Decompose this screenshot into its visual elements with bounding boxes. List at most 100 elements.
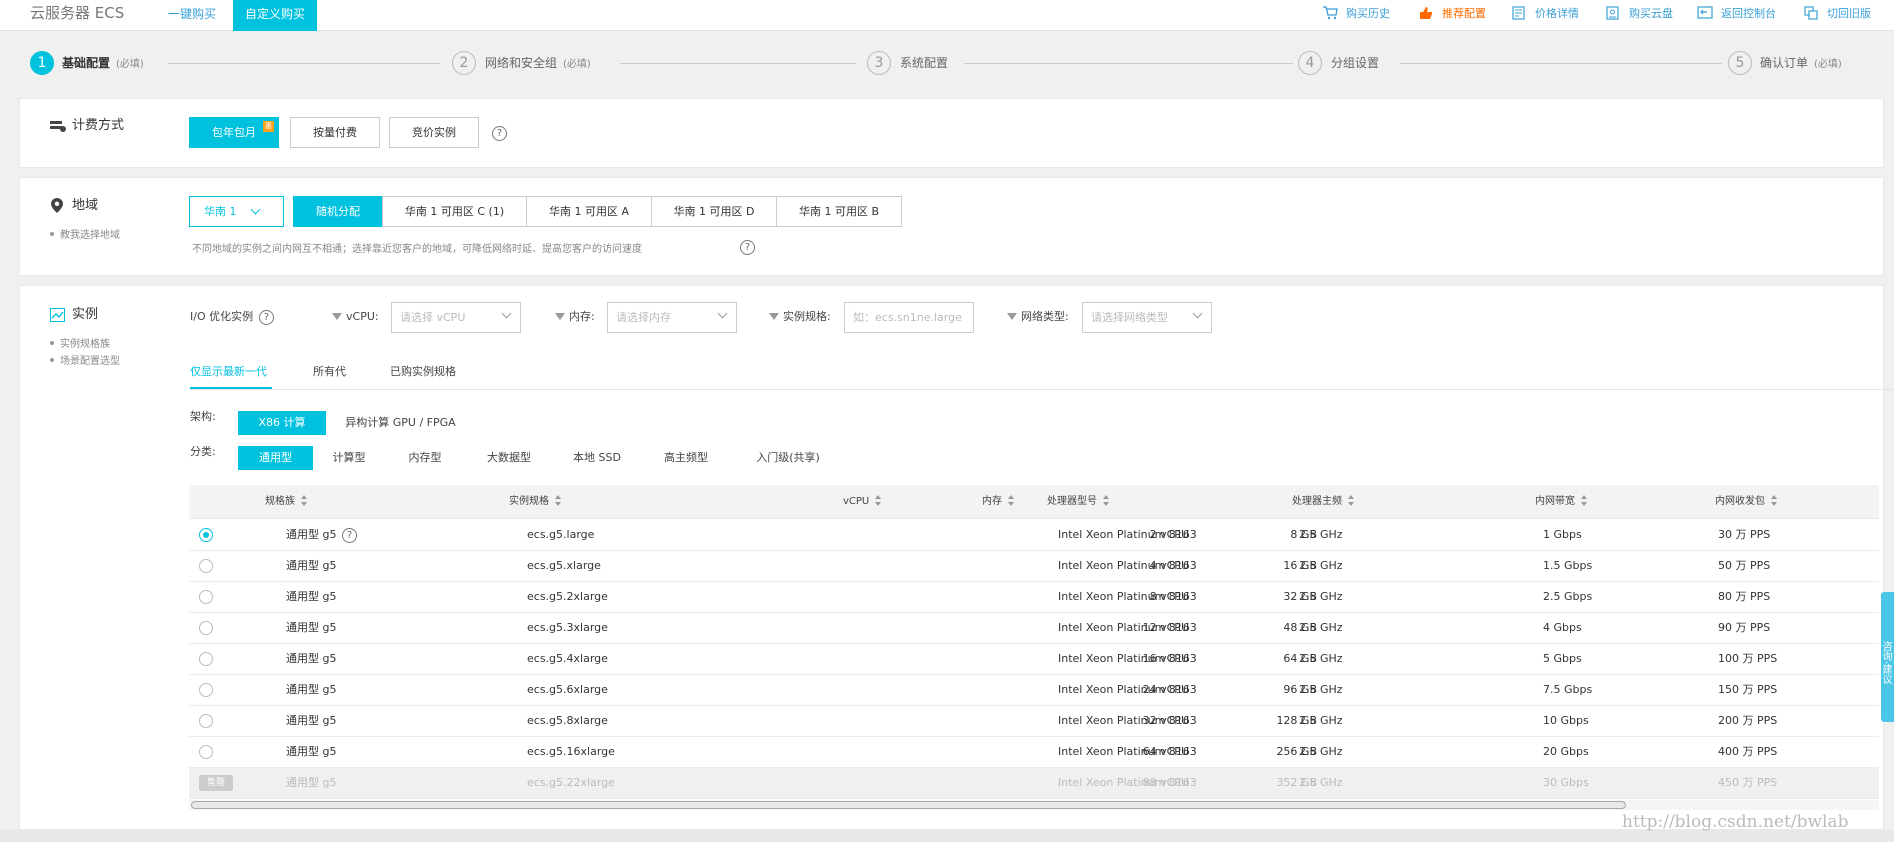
step-3-label[interactable]: 系统配置 (900, 51, 948, 75)
instance-sub-family[interactable]: 实例规格族 (50, 336, 110, 353)
region-select[interactable]: 华南 1 (189, 196, 284, 227)
table-row[interactable]: 通用型 g5 ecs.g5.xlarge 4 vCPU 16 GB Intel Xeon… (189, 551, 1879, 582)
row-radio[interactable] (199, 590, 213, 604)
tab-purchased-specs[interactable]: 已购实例规格 (390, 364, 456, 380)
switch-icon (1804, 6, 1818, 20)
col-family[interactable]: 规格族 (265, 485, 308, 519)
link-purchase-history[interactable]: 购买历史 (1322, 0, 1390, 30)
price-list-icon (1512, 6, 1525, 20)
col-spec[interactable]: 实例规格 (509, 485, 562, 519)
cell-freq: 2.5 GHz (1299, 528, 1343, 541)
col-cpu-model[interactable]: 处理器型号 (1047, 485, 1110, 519)
column-title: 规格族 (265, 496, 295, 507)
thumb-up-icon (1420, 7, 1433, 19)
billing-option-pay-as-you-go[interactable]: 按量付费 (290, 117, 380, 148)
cell-freq: 2.5 GHz (1299, 590, 1343, 603)
cell-pps: 400 万 PPS (1718, 745, 1778, 758)
row-radio[interactable] (199, 745, 213, 759)
step-connector (964, 63, 1293, 64)
billing-title: 计费方式 (72, 118, 125, 133)
cell-pps: 50 万 PPS (1718, 559, 1771, 572)
category-high-frequency[interactable]: 高主频型 (656, 446, 716, 470)
table-row[interactable]: 通用型 g5 ecs.g5.16xlarge 64 vCPU 256 GB Intel … (189, 737, 1879, 768)
link-price-details[interactable]: 价格详情 (1511, 0, 1579, 30)
tab-custom-buy[interactable]: 自定义购买 (233, 0, 318, 31)
col-bandwidth[interactable]: 内网带宽 (1535, 485, 1588, 519)
table-scrollbar-thumb[interactable] (191, 801, 1626, 809)
table-row[interactable]: 通用型 g5 ecs.g5.8xlarge 32 vCPU 128 GB Intel X… (189, 706, 1879, 737)
category-compute[interactable]: 计算型 (324, 446, 374, 470)
tab-quick-buy[interactable]: 一键购买 (156, 0, 228, 31)
billing-option-subscription[interactable]: 包年包月 惠 (189, 117, 279, 148)
col-pps[interactable]: 内网收发包 (1715, 485, 1778, 519)
table-row[interactable]: 通用型 g5 ecs.g5.6xlarge 24 vCPU 96 GB Intel Xe… (189, 675, 1879, 706)
billing-option-spot[interactable]: 竞价实例 (389, 117, 479, 148)
link-label: 购买云盘 (1629, 7, 1673, 20)
row-radio[interactable] (199, 528, 213, 542)
console-return-icon (1697, 6, 1713, 19)
billing-icon (50, 121, 66, 132)
step-4-label[interactable]: 分组设置 (1331, 51, 1379, 75)
table-row[interactable]: 通用型 g5 ecs.g5.large 2 vCPU 8 GB Intel Xeon P… (189, 520, 1879, 551)
step-2-label[interactable]: 网络和安全组 (必填) (485, 51, 591, 77)
cell-family: 通用型 g5 (286, 683, 337, 696)
zone-b[interactable]: 华南 1 可用区 B (776, 196, 902, 227)
feedback-tab[interactable]: 咨询·建议 (1880, 592, 1894, 722)
column-title: 内网带宽 (1535, 496, 1575, 507)
zone-d[interactable]: 华南 1 可用区 D (651, 196, 777, 227)
row-radio[interactable] (199, 559, 213, 573)
col-memory[interactable]: 内存 (982, 485, 1015, 519)
category-memory[interactable]: 内存型 (400, 446, 450, 470)
table-row[interactable]: 通用型 g5 ecs.g5.2xlarge 8 vCPU 32 GB Intel Xeo… (189, 582, 1879, 613)
row-radio[interactable] (199, 652, 213, 666)
zone-a[interactable]: 华南 1 可用区 A (526, 196, 652, 227)
link-recommended-config[interactable]: 推荐配置 (1418, 0, 1486, 30)
col-cpu-freq[interactable]: 处理器主频 (1292, 485, 1355, 519)
io-optimized-label: I/O 优化实例 (190, 310, 254, 323)
step-1-label[interactable]: 基础配置 (必填) (62, 51, 144, 77)
category-label: 分类: (190, 445, 216, 458)
tab-latest-generation[interactable]: 仅显示最新一代 (190, 364, 267, 380)
step-1-number: 1 (30, 51, 54, 75)
column-title: vCPU (843, 496, 870, 507)
tab-all-generations[interactable]: 所有代 (313, 364, 346, 380)
category-entry-shared[interactable]: 入门级(共享) (747, 446, 829, 470)
spec-input[interactable]: 如：ecs.sn1ne.large (844, 302, 974, 333)
cell-freq: 2.5 GHz (1299, 652, 1343, 665)
sort-icon (1008, 495, 1015, 506)
row-radio[interactable] (199, 621, 213, 635)
sort-icon (1581, 495, 1588, 506)
billing-help-icon[interactable]: ? (492, 126, 507, 141)
step-5-label[interactable]: 确认订单 (必填) (1760, 51, 1842, 77)
family-help-icon[interactable]: ? (342, 528, 357, 543)
category-local-ssd[interactable]: 本地 SSD (567, 446, 627, 470)
filter-icon (1007, 313, 1017, 320)
cell-family: 通用型 g5 (286, 621, 337, 634)
region-card: 地域 教我选择地域 华南 1 随机分配 华南 1 可用区 C (1) 华南 1 … (19, 177, 1884, 276)
memory-select[interactable]: 请选择内存 (607, 302, 737, 333)
category-general[interactable]: 通用型 (238, 446, 313, 470)
row-radio[interactable] (199, 683, 213, 697)
cell-family: 通用型 g5 (286, 528, 337, 541)
region-help-icon[interactable]: ? (740, 240, 755, 255)
arch-x86[interactable]: X86 计算 (238, 411, 326, 435)
io-help-icon[interactable]: ? (259, 310, 274, 325)
table-row[interactable]: 通用型 g5 ecs.g5.3xlarge 12 vCPU 48 GB Intel Xe… (189, 613, 1879, 644)
link-back-console[interactable]: 返回控制台 (1697, 0, 1776, 30)
zone-random[interactable]: 随机分配 (293, 196, 383, 227)
vcpu-select[interactable]: 请选择 vCPU (391, 302, 521, 333)
arch-heterogeneous[interactable]: 异构计算 GPU / FPGA (338, 411, 463, 435)
table-row[interactable]: 通用型 g5 ecs.g5.4xlarge 16 vCPU 64 GB Intel Xe… (189, 644, 1879, 675)
instance-sub-scenario[interactable]: 场景配置选型 (50, 353, 120, 370)
zone-c[interactable]: 华南 1 可用区 C (1) (382, 196, 527, 227)
category-big-data[interactable]: 大数据型 (479, 446, 539, 470)
cell-pps: 80 万 PPS (1718, 590, 1771, 603)
link-buy-disk[interactable]: 购买云盘 (1605, 0, 1673, 30)
cell-bw: 7.5 Gbps (1543, 683, 1593, 696)
region-help-link[interactable]: 教我选择地域 (50, 227, 120, 244)
network-select[interactable]: 请选择网络类型 (1082, 302, 1212, 333)
chevron-down-icon (1192, 308, 1203, 319)
col-vcpu[interactable]: vCPU (843, 485, 882, 519)
link-switch-old-version[interactable]: 切回旧版 (1803, 0, 1871, 30)
row-radio[interactable] (199, 714, 213, 728)
